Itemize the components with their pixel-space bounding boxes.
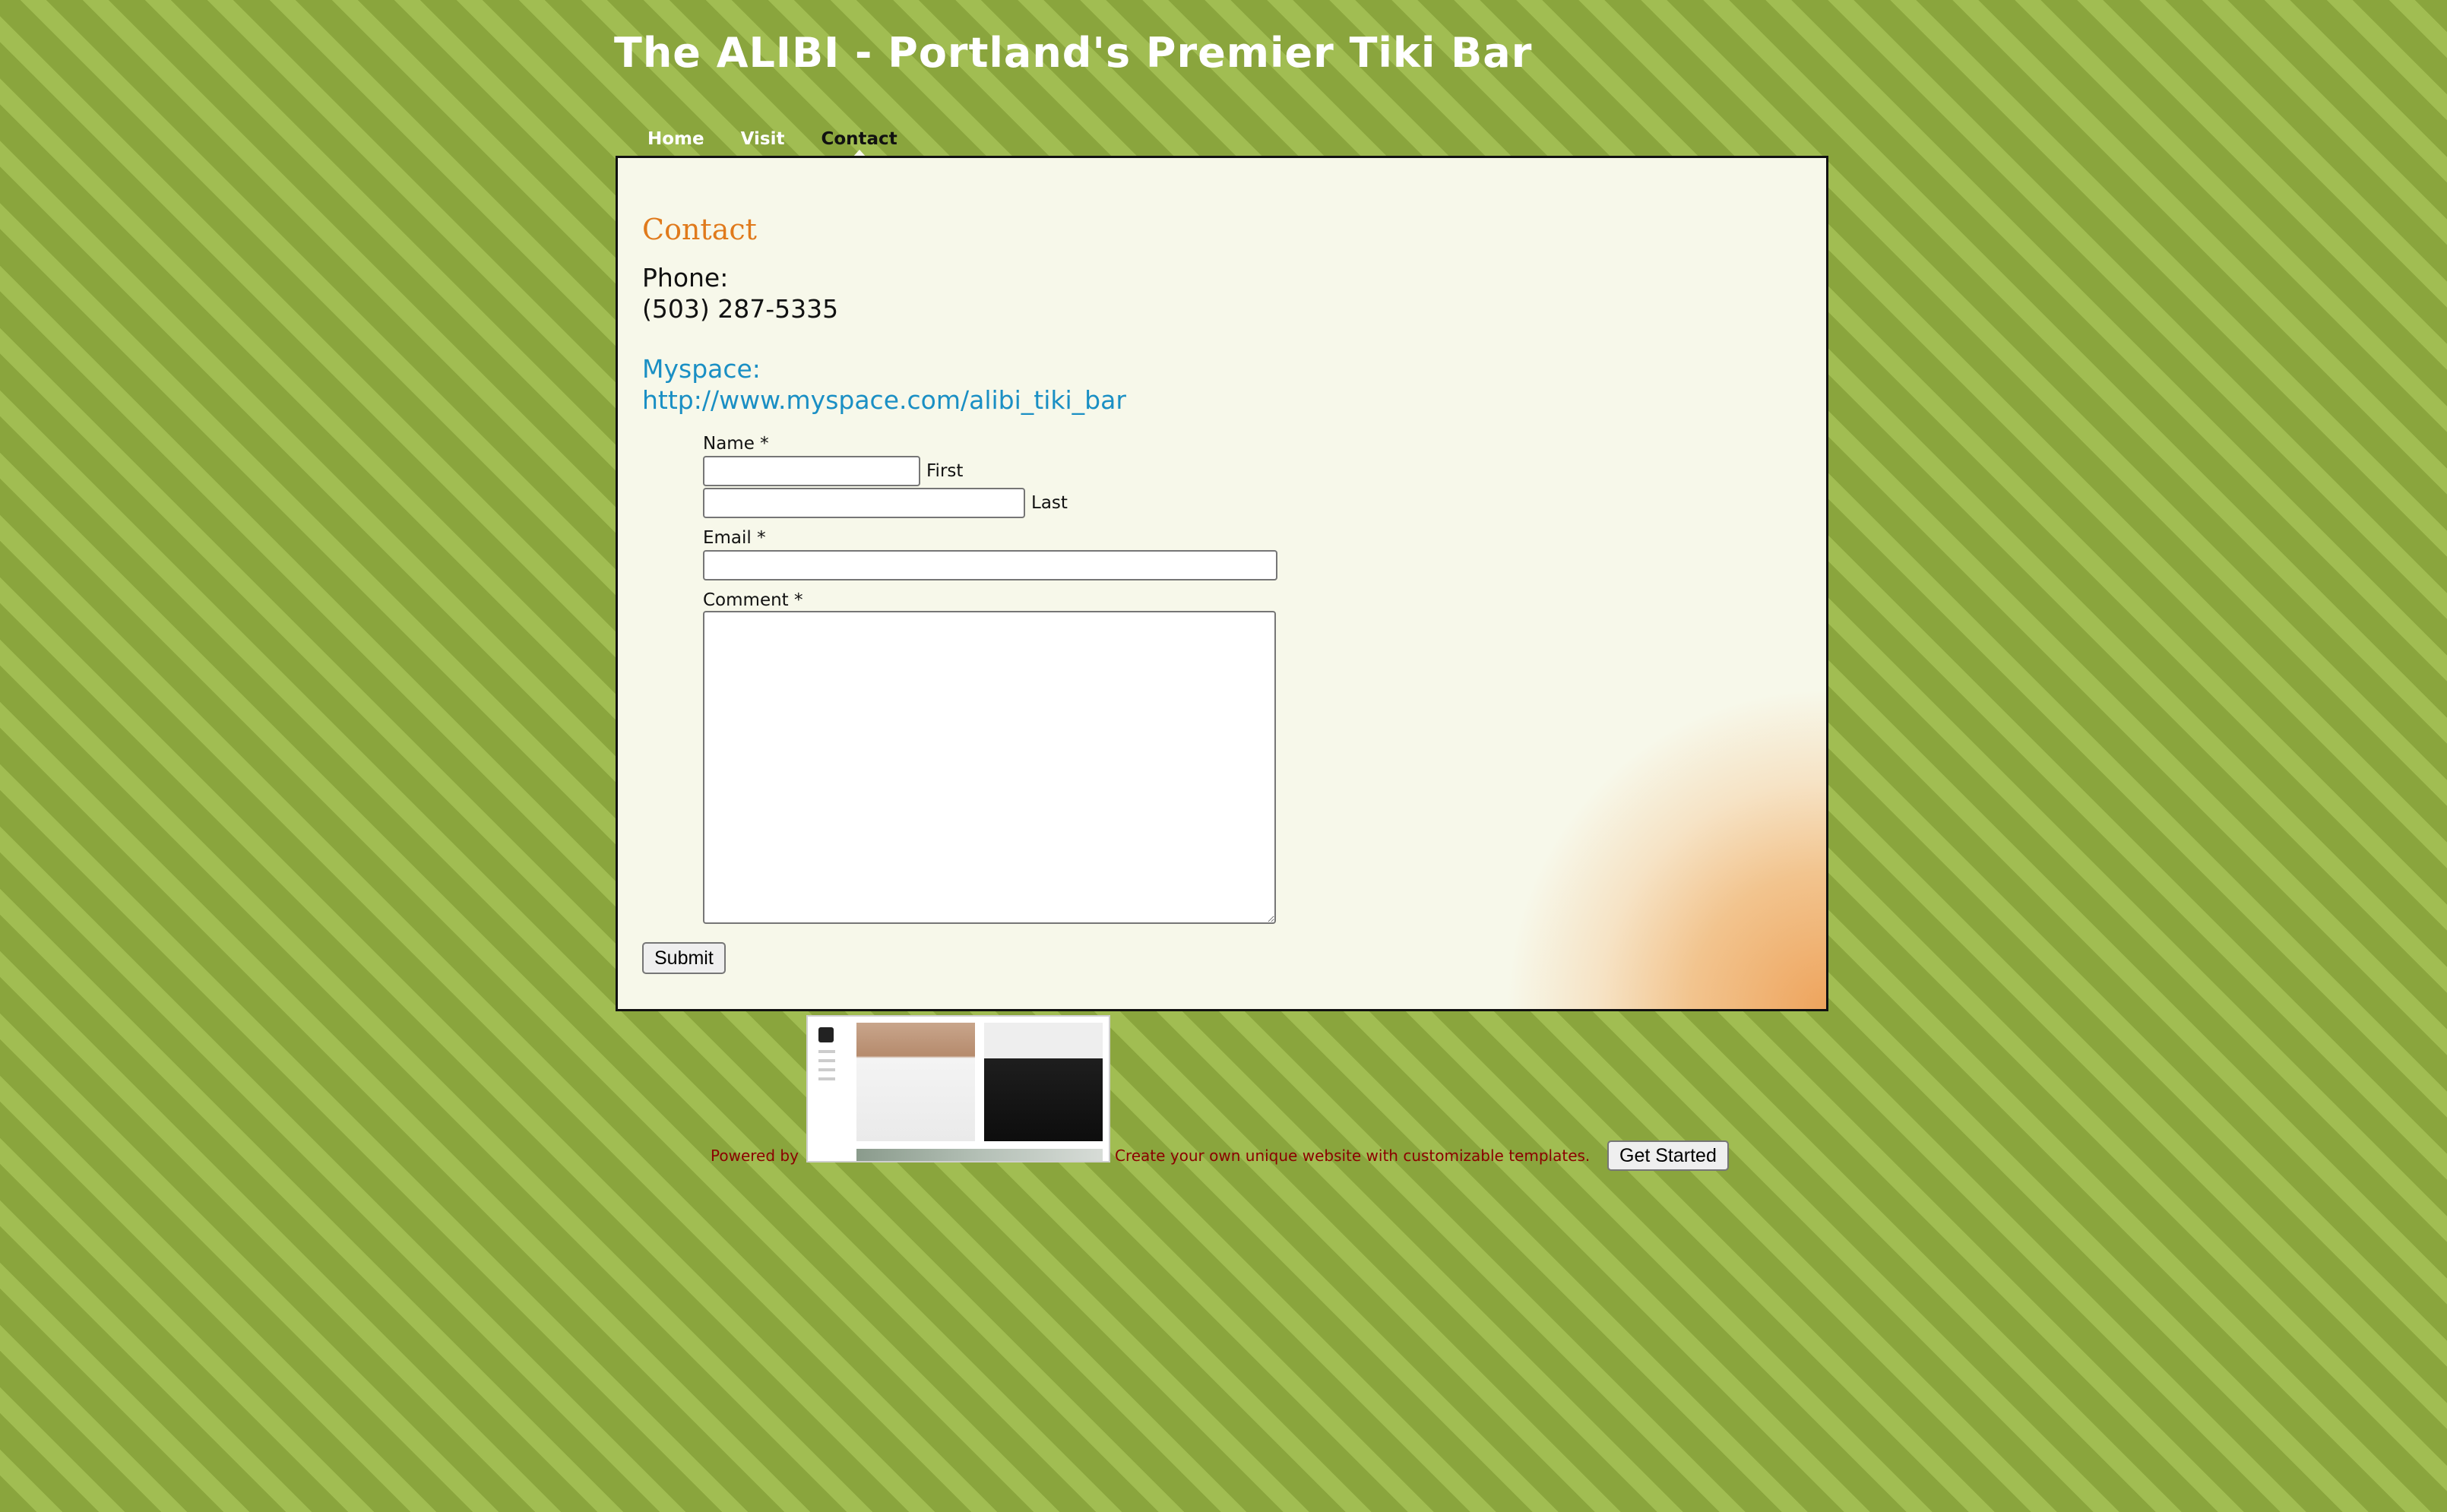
last-name-label: Last	[1031, 493, 1068, 513]
powered-by-text: Powered by	[711, 1147, 799, 1165]
phone-block: Phone: (503) 287-5335	[642, 262, 838, 324]
template-preview-image[interactable]	[806, 1015, 1110, 1162]
preview-photo-tshirt	[856, 1023, 975, 1141]
nav-item-home[interactable]: Home	[647, 128, 704, 150]
promo-text: Create your own unique website with cust…	[1115, 1147, 1591, 1165]
get-started-button[interactable]: Get Started	[1607, 1140, 1729, 1171]
myspace-label: Myspace:	[642, 354, 761, 384]
comment-textarea[interactable]	[703, 611, 1276, 924]
content-panel: Contact Phone: (503) 287-5335 Myspace: h…	[616, 156, 1828, 1011]
last-name-input[interactable]	[703, 488, 1025, 518]
first-name-label: First	[926, 461, 964, 481]
preview-photo-strip	[856, 1149, 1103, 1161]
last-name-row: Last	[703, 488, 1280, 518]
email-row	[703, 550, 1280, 580]
site-title: The ALIBI - Portland's Premier Tiki Bar	[614, 29, 1533, 77]
preview-logo-icon	[818, 1027, 834, 1042]
preview-photo-hangers	[984, 1023, 1103, 1141]
contact-form: Name * First Last Email * Comment *	[703, 433, 1280, 924]
email-input[interactable]	[703, 550, 1277, 580]
nav-item-contact[interactable]: Contact	[821, 128, 897, 158]
footer: Powered by Create your own unique websit…	[711, 1015, 1736, 1171]
phone-number: (503) 287-5335	[642, 294, 839, 324]
page-heading: Contact	[642, 213, 757, 246]
name-label: Name *	[703, 434, 769, 454]
phone-label: Phone:	[642, 263, 729, 293]
first-name-input[interactable]	[703, 456, 920, 486]
comment-label: Comment *	[703, 590, 803, 610]
main-nav: Home Visit Contact	[647, 128, 897, 158]
submit-button[interactable]: Submit	[642, 942, 726, 974]
first-name-row: First	[703, 456, 1280, 486]
myspace-block: Myspace: http://www.myspace.com/alibi_ti…	[642, 353, 1126, 416]
nav-item-visit[interactable]: Visit	[741, 128, 785, 150]
myspace-link[interactable]: http://www.myspace.com/alibi_tiki_bar	[642, 385, 1126, 415]
preview-menu	[818, 1050, 835, 1087]
email-label: Email *	[703, 528, 766, 548]
